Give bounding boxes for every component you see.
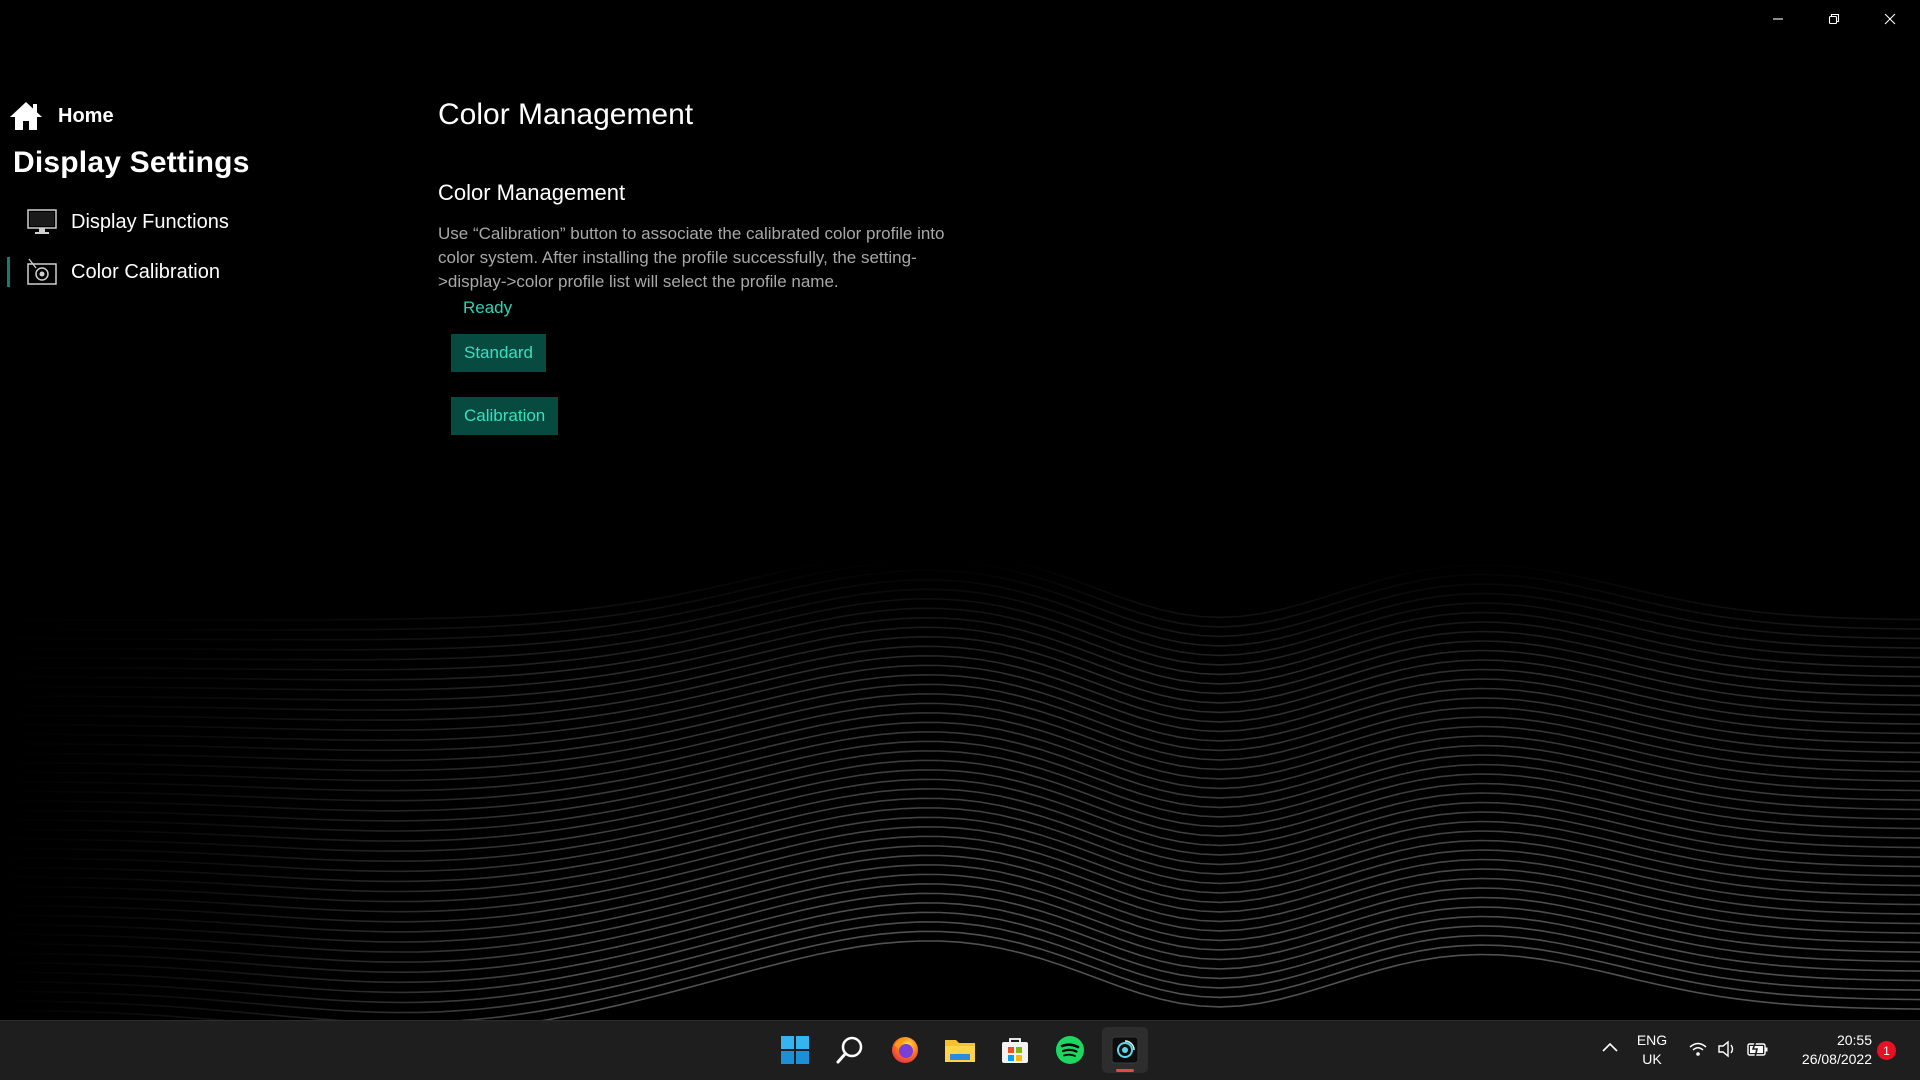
search-icon [836,1036,863,1064]
home-label: Home [58,104,114,127]
firefox-icon [892,1037,918,1063]
monitor-icon [27,209,57,234]
sidebar-item-display-functions[interactable]: Display Functions [7,202,387,242]
display-settings-app-icon [1111,1036,1139,1064]
running-indicator [1116,1069,1134,1072]
microsoft-store-icon [1002,1038,1028,1063]
calibration-button[interactable]: Calibration [451,397,559,435]
taskbar: ENG UK 20:55 26/08/2022 1 [0,1020,1920,1080]
minimize-icon [1773,18,1783,20]
language-indicator[interactable]: ENG UK [1636,1031,1668,1069]
restore-icon [1828,13,1840,25]
description-text: Use “Calibration” button to associate th… [438,224,945,291]
wifi-icon[interactable] [1688,1040,1708,1058]
sidebar-item-color-calibration[interactable]: Color Calibration [7,252,387,292]
file-explorer-icon [945,1040,975,1062]
language-code: ENG [1636,1032,1668,1048]
battery-charging-icon[interactable] [1747,1040,1769,1058]
spotify-icon [1056,1036,1084,1064]
notification-badge[interactable]: 1 [1877,1041,1896,1060]
wave-background [0,560,1920,1020]
volume-icon[interactable] [1717,1040,1737,1058]
page-title: Color Management [438,98,694,131]
clock-time: 20:55 [1836,1032,1872,1048]
file-explorer-taskbar-button[interactable] [937,1027,983,1073]
display-settings-taskbar-button[interactable] [1102,1027,1148,1073]
store-taskbar-button[interactable] [992,1027,1038,1073]
home-nav-button[interactable]: Home [8,96,114,136]
status-text: Ready [463,298,513,317]
nav-indicator [7,207,10,237]
standard-button[interactable]: Standard [451,334,546,372]
home-icon [10,102,42,130]
app-window: Home Display Settings Display Functions … [0,0,1920,1020]
sidebar-item-label: Color Calibration [71,260,220,283]
search-button[interactable] [827,1027,873,1073]
windows-start-icon [781,1036,809,1064]
minimize-button[interactable] [1750,0,1806,38]
sidebar-section-title: Display Settings [13,146,250,179]
spotify-taskbar-button[interactable] [1047,1027,1093,1073]
start-button[interactable] [772,1027,818,1073]
color-calibration-icon [27,258,57,285]
chevron-up-icon[interactable] [1601,1041,1619,1053]
sidebar-item-label: Display Functions [71,210,229,233]
clock[interactable]: 20:55 26/08/2022 [1780,1031,1872,1069]
active-indicator [7,257,10,287]
language-region: UK [1642,1051,1662,1067]
restore-button[interactable] [1806,0,1862,38]
firefox-taskbar-button[interactable] [882,1027,928,1073]
close-button[interactable] [1862,0,1918,38]
section-heading: Color Management [438,180,626,205]
close-icon [1884,13,1896,25]
wave-top-fade-overlay [0,560,1920,1020]
clock-date: 26/08/2022 [1801,1051,1872,1067]
